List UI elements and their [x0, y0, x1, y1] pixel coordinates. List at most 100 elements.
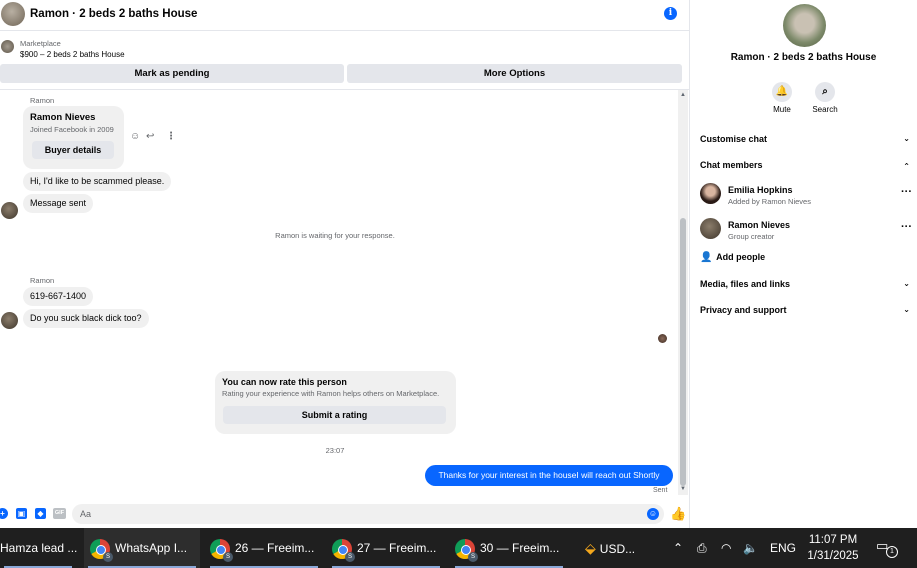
- message-bubble[interactable]: 619-667-1400: [23, 287, 94, 306]
- taskbar-item-label: 26 — Freeim...: [235, 541, 315, 555]
- chrome-icon: S: [332, 538, 355, 562]
- add-people-label: Add people: [716, 252, 766, 262]
- add-person-icon: 👤: [700, 252, 713, 263]
- message-bubble[interactable]: Hi, I'd like to be scammed please.: [23, 172, 172, 191]
- plus-icon[interactable]: +: [0, 508, 8, 519]
- chat-window: Ramon · 2 beds 2 baths House i Marketpla…: [0, 0, 690, 528]
- member-name: Ramon Nieves: [728, 220, 791, 230]
- listing-price: $900 – 2 beds 2 baths House: [20, 50, 125, 59]
- message-bubble[interactable]: Do you suck black dick too?: [23, 309, 149, 328]
- meet-icon[interactable]: ⎙: [697, 528, 707, 568]
- taskbar-item-label: WhatsApp I...: [115, 541, 188, 555]
- outgoing-message[interactable]: Thanks for your interest in the houseI w…: [425, 465, 673, 486]
- message-bubble[interactable]: Message sent: [23, 194, 94, 213]
- sender-name: Ramon: [30, 96, 55, 105]
- taskbar-item-label: Hamza lead ...: [0, 541, 78, 555]
- taskbar: Hamza lead ... S WhatsApp I... S 26 — Free…: [0, 528, 917, 568]
- sticker-icon[interactable]: ◆: [35, 508, 46, 519]
- chat-scrollbar[interactable]: ▲ ▼: [678, 90, 688, 495]
- chevron-down-icon: ⌄: [903, 279, 910, 288]
- taskbar-item[interactable]: S 26 — Freeim...: [206, 528, 322, 568]
- chrome-icon: S: [90, 538, 113, 562]
- like-icon[interactable]: 👍: [670, 506, 686, 522]
- emoji-icon[interactable]: ☺: [647, 508, 659, 520]
- scroll-up-icon[interactable]: ▲: [680, 92, 686, 98]
- system-clock[interactable]: 11:07 PM 1/31/2025: [798, 532, 868, 564]
- composer: + ▣ ◆ GIF ☺ 👍: [0, 502, 690, 526]
- chevron-up-icon: ⌃: [903, 162, 910, 171]
- rating-card: You can now rate this person Rating your…: [215, 371, 456, 434]
- message-input[interactable]: [80, 507, 630, 521]
- submit-rating-button[interactable]: Submit a rating: [223, 406, 446, 424]
- chat-members-label: Chat members: [700, 160, 763, 170]
- wifi-icon[interactable]: ◠: [721, 528, 731, 568]
- bell-icon[interactable]: 🔔: [772, 82, 792, 102]
- customise-chat-row[interactable]: Customise chat ⌄: [700, 134, 910, 144]
- reply-icon[interactable]: ↩: [146, 131, 154, 142]
- chrome-icon: S: [455, 538, 478, 562]
- scrollbar-thumb[interactable]: [680, 218, 686, 486]
- profile-avatar[interactable]: [783, 4, 826, 47]
- member-role: Added by Ramon Nieves: [728, 197, 811, 206]
- gif-icon[interactable]: GIF: [53, 508, 66, 519]
- chevron-down-icon: ⌄: [903, 305, 910, 314]
- listing-label: Marketplace: [20, 39, 61, 48]
- chat-header: Ramon · 2 beds 2 baths House i: [0, 0, 690, 31]
- language-indicator[interactable]: ENG: [770, 528, 796, 568]
- buyer-name: Ramon Nieves: [30, 112, 96, 123]
- clock-date: 1/31/2025: [807, 550, 859, 562]
- more-icon[interactable]: ···: [901, 186, 912, 198]
- taskbar-item[interactable]: S 27 — Freeim...: [328, 528, 444, 568]
- message-status: Sent: [653, 487, 668, 494]
- sender-name: Ramon: [30, 276, 55, 285]
- volume-icon[interactable]: 🔈: [743, 528, 758, 568]
- member-item[interactable]: Ramon Nieves Group creator ···: [700, 218, 912, 246]
- add-people-button[interactable]: 👤 Add people: [700, 252, 765, 263]
- privacy-support-row[interactable]: Privacy and support ⌄: [700, 305, 910, 315]
- mark-pending-button[interactable]: Mark as pending: [0, 64, 344, 83]
- rating-title: You can now rate this person: [222, 377, 347, 387]
- listing-thumbnail: [1, 40, 14, 53]
- customise-chat-label: Customise chat: [700, 134, 768, 144]
- member-avatar: [700, 218, 721, 239]
- taskbar-item-label: 30 — Freeim...: [480, 541, 560, 555]
- notification-count: 1: [886, 546, 898, 558]
- chat-members-row[interactable]: Chat members ⌃: [700, 160, 910, 171]
- seen-avatar: [658, 334, 667, 343]
- react-icon[interactable]: ☺: [130, 131, 140, 142]
- taskbar-item[interactable]: ⬙ USD...: [585, 528, 663, 568]
- member-avatar: [700, 183, 721, 204]
- buyer-card: Ramon Nieves Joined Facebook in 2009 Buy…: [23, 106, 124, 169]
- sender-avatar[interactable]: [1, 202, 18, 219]
- media-files-label: Media, files and links: [700, 279, 791, 289]
- sender-avatar[interactable]: [1, 312, 18, 329]
- info-icon[interactable]: i: [664, 7, 677, 20]
- buyer-details-button[interactable]: Buyer details: [32, 141, 114, 159]
- taskbar-item[interactable]: S 30 — Freeim...: [451, 528, 567, 568]
- taskbar-item-label: USD...: [599, 542, 636, 556]
- chrome-icon: S: [210, 538, 233, 562]
- privacy-support-label: Privacy and support: [700, 305, 787, 315]
- rating-subtitle: Rating your experience with Ramon helps …: [222, 389, 440, 398]
- scroll-down-icon[interactable]: ▼: [680, 486, 686, 492]
- more-icon[interactable]: ···: [901, 221, 912, 233]
- media-files-row[interactable]: Media, files and links ⌄: [700, 279, 910, 289]
- more-actions-icon[interactable]: ⋮: [166, 131, 176, 142]
- taskbar-item-label: 27 — Freeim...: [357, 541, 437, 555]
- chat-title[interactable]: Ramon · 2 beds 2 baths House: [30, 8, 197, 20]
- chat-avatar[interactable]: [1, 2, 25, 26]
- notification-icon[interactable]: ▭ 1: [876, 538, 898, 558]
- message-input-wrapper[interactable]: ☺: [72, 504, 664, 524]
- system-notice: Ramon is waiting for your response.: [275, 231, 395, 240]
- image-icon[interactable]: ▣: [16, 508, 27, 519]
- chat-info-panel: Ramon · 2 beds 2 baths House 🔔 Mute ⌕ Se…: [690, 0, 917, 528]
- taskbar-item[interactable]: S WhatsApp I...: [84, 528, 200, 568]
- taskbar-item[interactable]: Hamza lead ...: [0, 528, 78, 568]
- member-role: Group creator: [728, 232, 775, 241]
- currency-icon: ⬙: [585, 540, 596, 556]
- search-icon[interactable]: ⌕: [815, 82, 835, 102]
- more-options-button[interactable]: More Options: [347, 64, 682, 83]
- listing-banner[interactable]: Marketplace $900 – 2 beds 2 baths House: [0, 36, 690, 62]
- chevron-up-icon[interactable]: ⌃: [673, 528, 683, 568]
- member-item[interactable]: Emilia Hopkins Added by Ramon Nieves ···: [700, 183, 912, 211]
